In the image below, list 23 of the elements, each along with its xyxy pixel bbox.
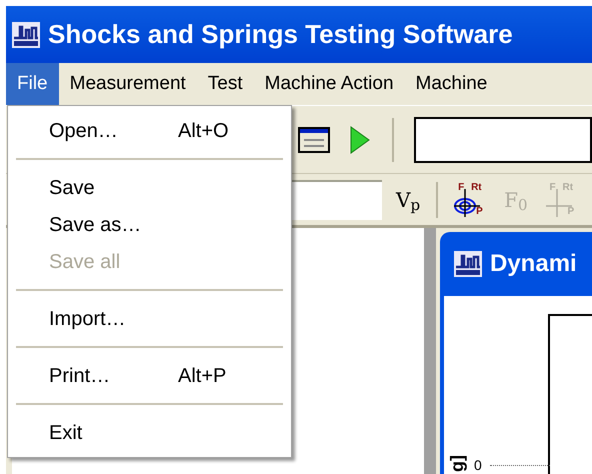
- window-icon[interactable]: [298, 126, 330, 152]
- menu-option[interactable]: Save: [8, 169, 291, 206]
- menu-option[interactable]: Exit: [8, 414, 291, 451]
- window-title: Shocks and Springs Testing Software: [48, 18, 513, 51]
- menu-option[interactable]: Save as…: [8, 206, 291, 243]
- axis-label: g]: [448, 455, 466, 472]
- play-icon[interactable]: [350, 126, 370, 154]
- target-button[interactable]: F Rt P: [452, 180, 488, 218]
- menu-option[interactable]: Print… Alt+P: [8, 357, 291, 394]
- menu-item[interactable]: Machine: [404, 63, 498, 105]
- input-field[interactable]: [414, 116, 592, 162]
- logo-icon: [454, 251, 482, 277]
- logo-icon: [12, 22, 40, 48]
- menu-option[interactable]: Import…: [8, 300, 291, 337]
- child-window-title: Dynami: [490, 249, 577, 279]
- menu-item[interactable]: Test: [196, 63, 254, 105]
- menu-item[interactable]: Measurement: [58, 63, 197, 105]
- menu-item[interactable]: File: [6, 63, 59, 105]
- input-field[interactable]: [290, 180, 382, 220]
- menu-item[interactable]: Machine Action: [254, 63, 405, 105]
- axis-tick-label: 0: [474, 458, 482, 472]
- menu-option[interactable]: Open… Alt+O: [8, 112, 291, 149]
- toolbar-button[interactable]: V$_{p}$: [394, 184, 422, 214]
